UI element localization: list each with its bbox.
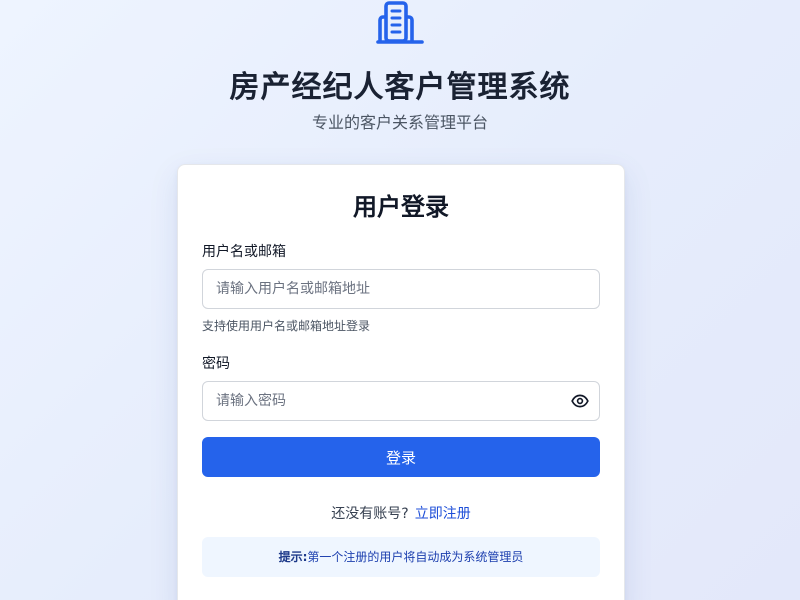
register-row: 还没有账号? 立即注册 — [178, 503, 624, 523]
login-title: 用户登录 — [353, 193, 449, 221]
app-subtitle: 专业的客户关系管理平台 — [311, 113, 488, 132]
login-card: 用户登录 用户名或邮箱 支持使用用户名或邮箱地址登录 密码 登录 还没有账号? 立… — [177, 164, 625, 600]
register-link[interactable]: 立即注册 — [415, 506, 471, 522]
building-icon — [376, 1, 424, 44]
password-visibility-toggle[interactable] — [570, 391, 590, 411]
username-hint: 支持使用用户名或邮箱地址登录 — [202, 319, 371, 333]
tip-text: 第一个注册的用户将自动成为系统管理员 — [307, 550, 524, 564]
tip-prefix: 提示: — [278, 550, 308, 564]
password-label: 密码 — [202, 356, 230, 372]
app-title: 房产经纪人客户管理系统 — [229, 70, 571, 105]
eye-icon — [571, 394, 589, 408]
register-prompt: 还没有账号? — [331, 506, 409, 522]
tip-box: 提示:第一个注册的用户将自动成为系统管理员 — [202, 537, 600, 577]
password-input[interactable] — [202, 381, 600, 421]
login-button[interactable]: 登录 — [202, 437, 600, 477]
username-label: 用户名或邮箱 — [202, 244, 286, 260]
username-input[interactable] — [202, 269, 600, 309]
